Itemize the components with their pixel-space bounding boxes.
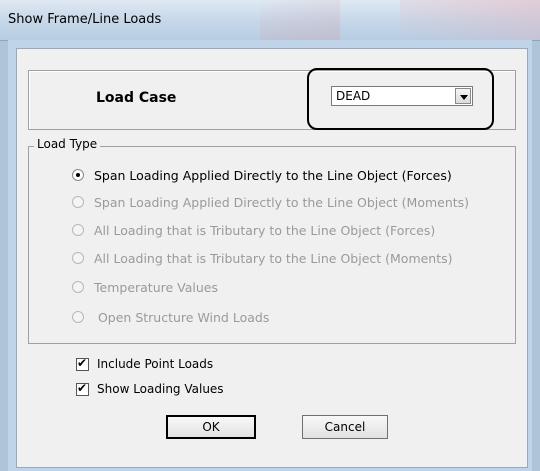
radio-selected-dot — [76, 173, 80, 177]
check-icon: ✔ — [77, 380, 88, 395]
include-point-loads-checkbox[interactable]: ✔ Include Point Loads — [76, 355, 213, 373]
radio-button[interactable] — [72, 311, 84, 323]
checkbox[interactable]: ✔ — [76, 355, 89, 371]
checkbox-label: Show Loading Values — [97, 382, 224, 396]
radio-button[interactable] — [72, 169, 84, 181]
chevron-down-icon — [460, 95, 468, 100]
radio-button[interactable] — [72, 196, 84, 208]
dropdown-arrow-button[interactable] — [455, 88, 471, 104]
load-case-select[interactable]: DEAD — [331, 86, 473, 106]
radio-label: All Loading that is Tributary to the Lin… — [94, 222, 436, 238]
radio-option-tributary-moments[interactable]: All Loading that is Tributary to the Lin… — [72, 249, 453, 267]
window-title: Show Frame/Line Loads — [8, 12, 162, 27]
title-bar-decoration — [260, 0, 340, 40]
radio-option-span-moments[interactable]: Span Loading Applied Directly to the Lin… — [72, 193, 469, 211]
radio-option-tributary-forces[interactable]: All Loading that is Tributary to the Lin… — [72, 221, 435, 239]
radio-option-temperature[interactable]: Temperature Values — [72, 278, 218, 296]
checkbox[interactable]: ✔ — [76, 380, 89, 396]
radio-label: Span Loading Applied Directly to the Lin… — [94, 194, 470, 210]
radio-label: Open Structure Wind Loads — [94, 309, 270, 325]
cancel-button[interactable]: Cancel — [302, 415, 388, 439]
radio-label: Span Loading Applied Directly to the Lin… — [94, 167, 452, 183]
ok-button[interactable]: OK — [166, 415, 256, 439]
radio-button[interactable] — [72, 224, 84, 236]
title-bar-decoration — [400, 0, 540, 40]
checkbox-label: Include Point Loads — [97, 357, 214, 371]
radio-option-span-forces[interactable]: Span Loading Applied Directly to the Lin… — [72, 166, 452, 184]
radio-button[interactable] — [72, 252, 84, 264]
radio-button[interactable] — [72, 281, 84, 293]
check-icon: ✔ — [77, 355, 88, 370]
radio-option-wind-loads[interactable]: Open Structure Wind Loads — [72, 308, 269, 326]
show-loading-values-checkbox[interactable]: ✔ Show Loading Values — [76, 380, 224, 398]
radio-label: Temperature Values — [94, 279, 218, 295]
load-type-legend: Load Type — [34, 137, 101, 151]
load-case-label: Load Case — [96, 90, 177, 106]
title-bar: Show Frame/Line Loads — [0, 0, 540, 41]
radio-label: All Loading that is Tributary to the Lin… — [94, 250, 453, 266]
load-case-value: DEAD — [336, 89, 371, 103]
